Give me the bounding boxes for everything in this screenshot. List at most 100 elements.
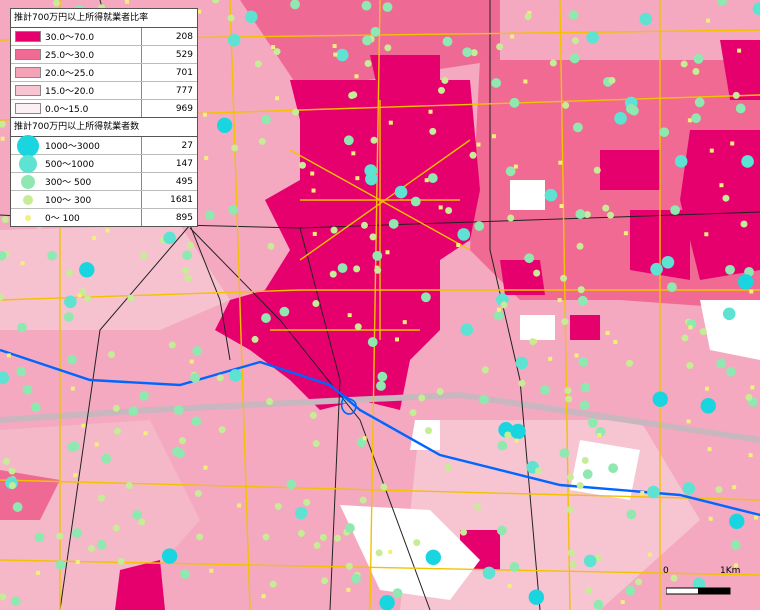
count-dot: [273, 48, 281, 56]
count-dot: [216, 374, 224, 382]
ratio-legend-count: 529: [175, 49, 193, 60]
high-ratio-area: [600, 150, 660, 190]
count-dot: [608, 76, 616, 84]
count-dot: [580, 382, 591, 393]
count-dot: [652, 391, 668, 407]
count-dot: [101, 453, 112, 464]
count-dot: [202, 112, 207, 117]
count-dot: [457, 228, 471, 241]
count-dot: [351, 573, 361, 584]
count-dot: [639, 12, 653, 26]
count-dot: [686, 419, 691, 424]
count-dot: [529, 338, 537, 346]
count-dot: [81, 423, 86, 428]
count-legend-count: 895: [175, 212, 193, 223]
count-dot: [258, 137, 266, 145]
ratio-swatch: [15, 85, 41, 96]
count-dot: [686, 362, 694, 370]
count-dot: [608, 463, 619, 474]
count-dot: [112, 404, 120, 412]
count-dot: [125, 0, 130, 4]
count-dot: [575, 209, 586, 219]
count-dot: [294, 506, 308, 520]
count-dot: [163, 231, 176, 245]
count-dot: [462, 47, 473, 58]
count-dot: [725, 264, 735, 275]
count-dot: [70, 386, 75, 391]
count-dot: [582, 469, 593, 480]
count-dot: [36, 570, 41, 575]
count-dot: [682, 482, 696, 495]
count-dot: [379, 594, 395, 610]
count-dot: [69, 441, 80, 452]
count-dot: [509, 562, 520, 572]
count-dot: [699, 328, 707, 336]
count-dot: [365, 172, 378, 186]
ratio-legend-rows: 30.0～70.0 208 25.0～30.0 529 20.0～25.0 701 15.0…: [11, 28, 197, 117]
count-dot: [569, 53, 580, 64]
count-dot: [30, 402, 41, 413]
count-dot: [362, 436, 367, 441]
count-dot: [345, 523, 355, 533]
count-dot: [491, 134, 496, 139]
count-dot: [92, 236, 97, 241]
count-dot: [335, 48, 349, 62]
count-dot: [180, 569, 190, 579]
map-legend: 推計700万円以上所得就業者比率 30.0～70.0 208 25.0～30.0 52…: [10, 8, 198, 227]
count-dot: [189, 359, 194, 364]
count-dot: [566, 505, 574, 513]
count-dot: [332, 44, 337, 49]
count-dot: [63, 312, 74, 322]
count-dot: [279, 306, 290, 317]
count-dot: [429, 127, 437, 135]
count-dot: [581, 456, 589, 464]
count-dot: [402, 320, 407, 325]
count-dot: [192, 345, 203, 356]
count-dot: [337, 263, 348, 273]
count-dot: [203, 465, 208, 470]
count-dot: [112, 524, 120, 532]
count-dot: [605, 330, 610, 335]
count-legend-count: 495: [175, 176, 193, 187]
count-dot: [127, 294, 135, 302]
count-dot: [709, 148, 714, 153]
count-dot: [8, 481, 16, 489]
count-dot: [680, 60, 688, 68]
count-dot: [748, 453, 753, 458]
count-dot: [737, 48, 742, 53]
count-legend-label: 500～1000: [45, 155, 142, 172]
count-dot: [231, 144, 239, 152]
count-dot: [355, 176, 360, 181]
count-dot: [560, 274, 568, 282]
count-dot: [286, 479, 297, 490]
ratio-swatch: [15, 31, 41, 42]
count-dot: [367, 337, 378, 347]
count-dot: [8, 467, 16, 475]
count-dot: [725, 366, 736, 377]
count-dot: [105, 228, 110, 233]
count-dot: [140, 252, 148, 260]
count-dot: [626, 359, 634, 367]
ratio-legend-count: 208: [175, 31, 193, 42]
count-dot: [730, 141, 735, 146]
count-dot: [741, 155, 754, 168]
count-dot: [227, 33, 241, 47]
count-dot: [351, 151, 356, 156]
ratio-legend-count: 701: [175, 67, 193, 78]
count-dot: [229, 369, 242, 382]
ratio-legend-title: 推計700万円以上所得就業者比率: [11, 9, 197, 28]
count-dot: [427, 173, 438, 183]
count-dot: [514, 438, 519, 443]
count-dot: [237, 503, 242, 508]
count-dot: [558, 160, 563, 165]
count-dot: [428, 109, 433, 114]
count-dot: [602, 204, 610, 212]
count-dot: [626, 509, 637, 520]
count-dot: [460, 323, 474, 336]
count-dot: [1, 215, 9, 223]
count-dot: [303, 498, 311, 506]
high-ratio-area: [570, 315, 600, 340]
count-dot: [380, 483, 388, 491]
count-dot: [64, 295, 77, 309]
count-dot: [469, 151, 477, 159]
